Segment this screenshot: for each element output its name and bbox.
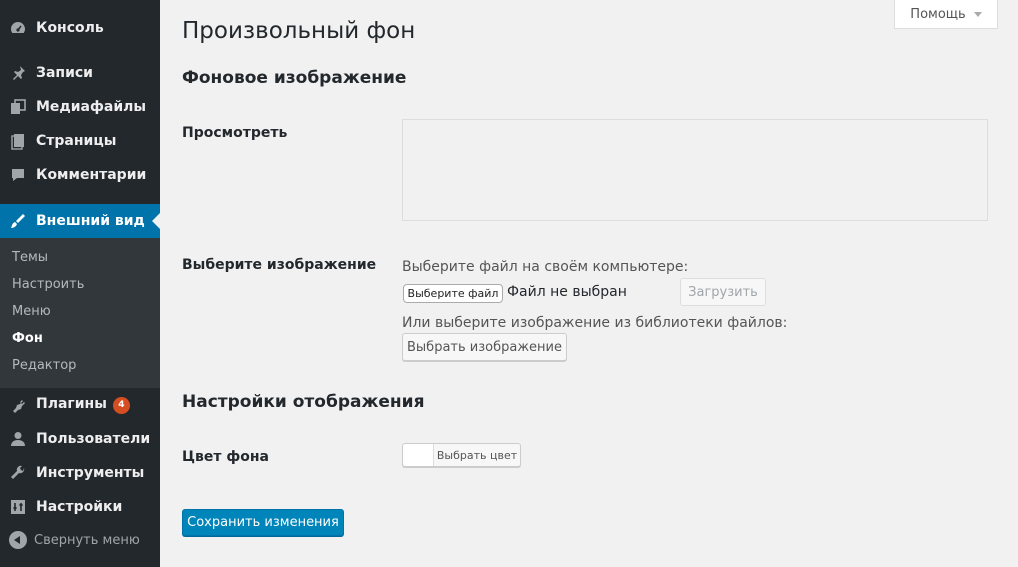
library-hint: Или выберите изображение из библиотеки ф… bbox=[402, 315, 788, 331]
choose-image-button[interactable]: Выбрать изображение bbox=[402, 333, 567, 361]
section-title-background: Фоновое изображение bbox=[182, 68, 407, 88]
submenu-item-background[interactable]: Фон bbox=[12, 331, 43, 346]
dashboard-icon bbox=[9, 19, 27, 37]
computer-hint: Выберите файл на своём компьютере: bbox=[402, 259, 689, 275]
help-tab-label: Помощь bbox=[910, 6, 966, 22]
section-title-display: Настройки отображения bbox=[182, 392, 425, 412]
update-count-badge: 4 bbox=[112, 397, 130, 414]
background-preview bbox=[402, 119, 988, 221]
wrench-icon bbox=[9, 464, 27, 482]
menu-label: Пользователи bbox=[36, 431, 151, 447]
collapse-icon bbox=[9, 531, 27, 549]
page-title: Произвольный фон bbox=[182, 18, 416, 44]
menu-label: Медиафайлы bbox=[36, 99, 147, 115]
color-picker-button[interactable]: Выбрать цвет bbox=[402, 443, 521, 467]
color-picker-label: Выбрать цвет bbox=[436, 448, 518, 462]
menu-item-appearance[interactable]: Внешний вид bbox=[0, 204, 160, 238]
select-image-label: Выберите изображение bbox=[182, 257, 377, 273]
comment-icon bbox=[9, 166, 27, 184]
menu-item-comments[interactable]: Комментарии bbox=[0, 158, 160, 192]
file-status: Файл не выбран bbox=[507, 284, 627, 300]
collapse-menu-button[interactable]: Свернуть меню bbox=[9, 531, 140, 549]
choose-file-button[interactable]: Выберите файл bbox=[403, 284, 503, 303]
menu-label: Страницы bbox=[36, 133, 117, 149]
menu-label: Плагины 4 bbox=[36, 396, 130, 414]
menu-label: Записи bbox=[36, 65, 93, 81]
menu-item-plugins[interactable]: Плагины 4 bbox=[0, 388, 160, 422]
submenu-item-customize[interactable]: Настроить bbox=[12, 277, 84, 292]
upload-button[interactable]: Загрузить bbox=[680, 278, 766, 306]
background-color-label: Цвет фона bbox=[182, 449, 269, 465]
menu-item-media[interactable]: Медиафайлы bbox=[0, 90, 160, 124]
current-arrow bbox=[152, 213, 160, 229]
media-icon bbox=[9, 98, 27, 116]
menu-label: Комментарии bbox=[36, 167, 147, 183]
menu-label: Настройки bbox=[36, 499, 123, 515]
preview-label: Просмотреть bbox=[182, 125, 288, 141]
menu-label: Консоль bbox=[36, 20, 104, 36]
help-tab-button[interactable]: Помощь bbox=[894, 0, 998, 29]
plugin-icon bbox=[9, 396, 27, 414]
brush-icon bbox=[9, 212, 27, 230]
menu-item-users[interactable]: Пользователи bbox=[0, 422, 160, 456]
page-icon bbox=[9, 132, 27, 150]
menu-item-settings[interactable]: Настройки bbox=[0, 490, 160, 524]
save-changes-button[interactable]: Сохранить изменения bbox=[182, 509, 344, 536]
user-icon bbox=[9, 430, 27, 448]
settings-icon bbox=[9, 498, 27, 516]
menu-item-pages[interactable]: Страницы bbox=[0, 124, 160, 158]
pin-icon bbox=[9, 64, 27, 82]
menu-label: Внешний вид bbox=[36, 213, 145, 229]
menu-item-tools[interactable]: Инструменты bbox=[0, 456, 160, 490]
collapse-label: Свернуть меню bbox=[34, 532, 140, 548]
menu-item-posts[interactable]: Записи bbox=[0, 56, 160, 90]
admin-sidebar: Консоль Записи Медиафайлы Страницы Комме… bbox=[0, 0, 160, 567]
submenu-item-editor[interactable]: Редактор bbox=[12, 358, 76, 373]
menu-item-dashboard[interactable]: Консоль bbox=[0, 11, 160, 45]
appearance-submenu: Темы Настроить Меню Фон Редактор bbox=[0, 238, 160, 388]
color-swatch bbox=[403, 444, 434, 466]
caret-down-icon bbox=[973, 11, 982, 17]
submenu-item-themes[interactable]: Темы bbox=[12, 250, 48, 265]
submenu-item-menus[interactable]: Меню bbox=[12, 304, 51, 319]
plugins-label: Плагины bbox=[36, 396, 107, 412]
menu-label: Инструменты bbox=[36, 465, 145, 481]
